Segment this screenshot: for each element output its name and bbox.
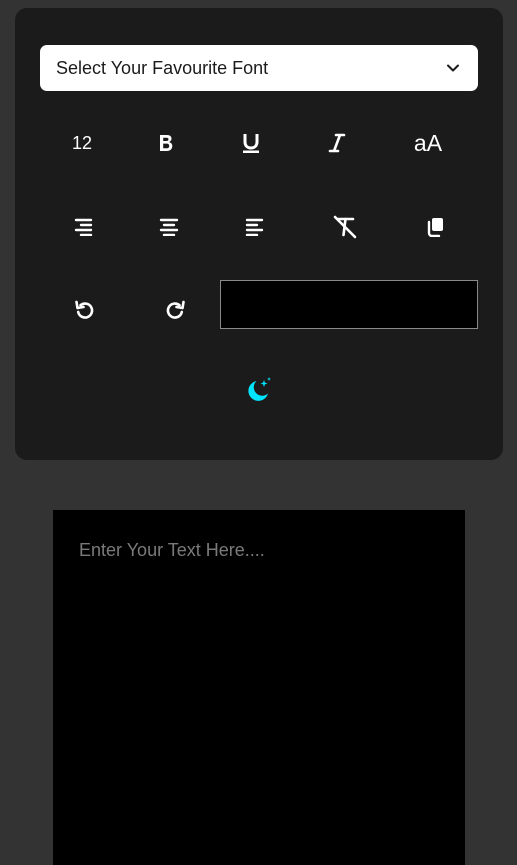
font-select-label: Select Your Favourite Font (56, 57, 269, 78)
change-case-label: aA (413, 129, 443, 156)
align-left-button[interactable] (230, 205, 280, 249)
font-select-dropdown[interactable]: Select Your Favourite Font (40, 45, 478, 91)
copy-button[interactable] (410, 205, 460, 249)
bold-icon (157, 133, 175, 153)
align-right-icon (73, 218, 93, 236)
align-right-button[interactable] (58, 205, 108, 249)
align-center-icon (159, 218, 179, 236)
clear-format-icon (332, 215, 358, 239)
page: Select Your Favourite Font 12 aA (0, 0, 517, 865)
chevron-down-icon (446, 61, 460, 75)
redo-button[interactable] (150, 288, 200, 332)
text-editor (53, 510, 465, 865)
change-case-button[interactable]: aA (403, 121, 453, 165)
align-left-icon (245, 218, 265, 236)
italic-button[interactable] (312, 121, 362, 165)
underline-icon (241, 132, 261, 154)
align-center-button[interactable] (144, 205, 194, 249)
copy-icon (426, 217, 444, 237)
redo-icon (164, 299, 186, 321)
undo-icon (74, 299, 96, 321)
italic-icon (328, 133, 346, 153)
undo-button[interactable] (60, 288, 110, 332)
clear-format-button[interactable] (320, 205, 370, 249)
bold-button[interactable] (141, 121, 191, 165)
theme-toggle-button[interactable] (234, 368, 284, 412)
text-input[interactable] (53, 510, 465, 865)
color-picker[interactable] (220, 280, 478, 329)
font-size-label: 12 (71, 132, 93, 153)
toolbar-panel: Select Your Favourite Font 12 aA (15, 8, 503, 460)
underline-button[interactable] (226, 121, 276, 165)
moon-stars-icon (245, 376, 273, 404)
font-size-button[interactable]: 12 (57, 121, 107, 165)
